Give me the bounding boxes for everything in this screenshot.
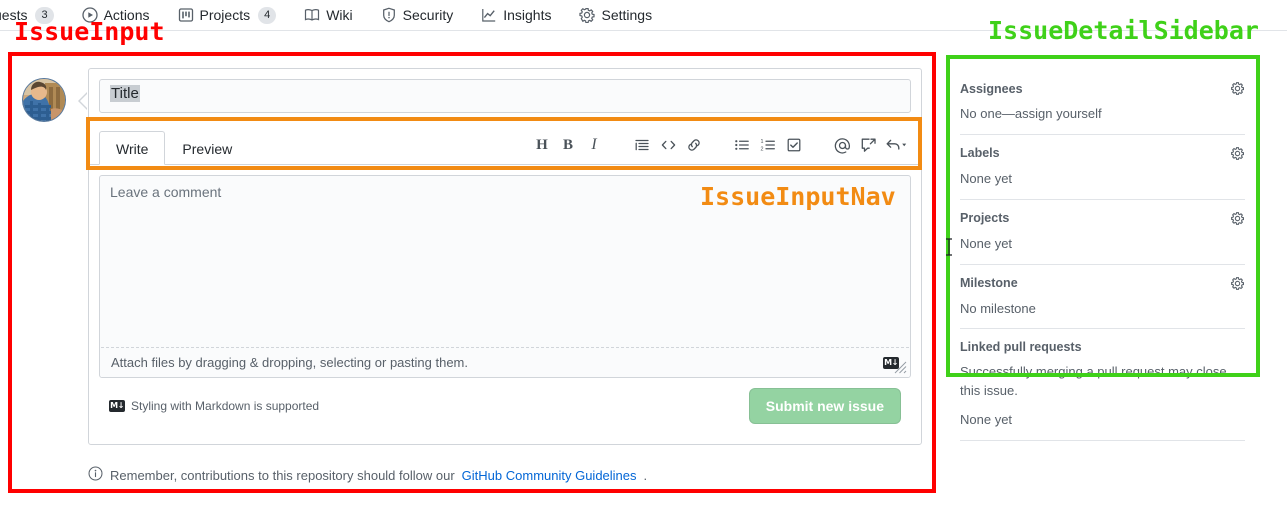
nav-item-wiki[interactable]: Wiki bbox=[290, 0, 366, 31]
gear-icon[interactable] bbox=[1230, 211, 1245, 226]
nav-label-projects: Projects bbox=[199, 7, 251, 23]
text-cursor-icon bbox=[946, 238, 952, 256]
assignees-title: Assignees bbox=[960, 81, 1023, 96]
sidebar-section-labels: Labels None yet bbox=[960, 135, 1245, 200]
markdown-support-note: M↓ Styling with Markdown is supported bbox=[109, 399, 319, 413]
sidebar-section-linked-pull-requests: Linked pull requests Successfully mergin… bbox=[960, 329, 1245, 441]
new-issue-card: Title Write Preview H B I 1 2 Leave a co… bbox=[88, 68, 922, 445]
issue-title-value: Title bbox=[110, 85, 140, 102]
community-guidelines-link[interactable]: GitHub Community Guidelines bbox=[462, 468, 637, 483]
info-icon bbox=[88, 466, 103, 484]
graph-icon bbox=[481, 7, 497, 23]
linked-pull-requests-value: None yet bbox=[960, 412, 1013, 428]
labels-title: Labels bbox=[960, 146, 1000, 161]
assignees-value[interactable]: No one—assign yourself bbox=[960, 105, 1245, 124]
milestone-title: Milestone bbox=[960, 276, 1018, 291]
comment-body: Attach files by dragging & dropping, sel… bbox=[89, 165, 921, 444]
submit-new-issue-button[interactable]: Submit new issue bbox=[748, 388, 901, 424]
title-row: Title bbox=[89, 69, 921, 113]
nav-label-pull-requests: uests bbox=[0, 7, 28, 23]
task-list-icon[interactable] bbox=[781, 132, 807, 158]
gear-icon[interactable] bbox=[1230, 146, 1245, 161]
community-note-prefix: Remember, contributions to this reposito… bbox=[110, 467, 455, 483]
code-icon[interactable] bbox=[655, 132, 681, 158]
gear-icon[interactable] bbox=[1230, 81, 1245, 96]
sidebar-section-projects: Projects None yet bbox=[960, 200, 1245, 265]
nav-count-projects: 4 bbox=[258, 6, 277, 24]
nav-item-insights[interactable]: Insights bbox=[467, 0, 565, 31]
project-board-icon bbox=[178, 7, 194, 23]
community-guidelines-note: Remember, contributions to this reposito… bbox=[88, 466, 647, 484]
projects-header[interactable]: Projects bbox=[960, 211, 1245, 226]
gear-icon bbox=[579, 7, 596, 23]
labels-value: None yet bbox=[960, 170, 1013, 186]
nav-item-settings[interactable]: Settings bbox=[565, 0, 666, 31]
linked-pull-requests-header[interactable]: Linked pull requests bbox=[960, 340, 1245, 354]
issue-detail-sidebar: Assignees No one—assign yourself Labels … bbox=[960, 70, 1245, 441]
comment-footer: M↓ Styling with Markdown is supported Su… bbox=[99, 378, 911, 434]
markdown-icon: M↓ bbox=[109, 400, 125, 412]
bold-icon[interactable]: B bbox=[555, 132, 581, 158]
community-note-suffix: . bbox=[643, 467, 648, 483]
nav-item-security[interactable]: Security bbox=[367, 0, 468, 31]
nav-label-security: Security bbox=[402, 7, 454, 23]
milestone-header[interactable]: Milestone bbox=[960, 276, 1245, 291]
nav-item-projects[interactable]: Projects 4 bbox=[164, 0, 291, 31]
linked-pull-requests-title: Linked pull requests bbox=[960, 340, 1082, 355]
cross-reference-icon[interactable] bbox=[855, 132, 881, 158]
play-circle-icon bbox=[81, 7, 98, 23]
svg-text:1: 1 bbox=[761, 139, 764, 145]
linked-pull-requests-description: Successfully merging a pull request may … bbox=[960, 364, 1227, 399]
file-attach-dropzone[interactable]: Attach files by dragging & dropping, sel… bbox=[101, 347, 909, 377]
dropzone-text: Attach files by dragging & dropping, sel… bbox=[111, 355, 468, 370]
svg-text:2: 2 bbox=[761, 147, 764, 153]
ordered-list-icon[interactable]: 12 bbox=[755, 132, 781, 158]
assignees-header[interactable]: Assignees bbox=[960, 81, 1245, 96]
markdown-support-text: Styling with Markdown is supported bbox=[131, 399, 320, 413]
tab-preview[interactable]: Preview bbox=[165, 131, 249, 165]
quote-icon[interactable] bbox=[629, 132, 655, 158]
italic-icon[interactable]: I bbox=[581, 132, 607, 158]
nav-count-pull-requests: 3 bbox=[35, 6, 54, 24]
milestone-value: No milestone bbox=[960, 300, 1036, 316]
comment-textarea[interactable] bbox=[100, 176, 910, 347]
sidebar-section-assignees: Assignees No one—assign yourself bbox=[960, 70, 1245, 135]
issue-title-input[interactable]: Title bbox=[99, 79, 911, 113]
shield-icon bbox=[381, 7, 397, 23]
gear-icon[interactable] bbox=[1230, 276, 1245, 291]
mention-icon[interactable] bbox=[829, 132, 855, 158]
nav-label-insights: Insights bbox=[503, 7, 552, 23]
heading-icon[interactable]: H bbox=[529, 132, 555, 158]
sidebar-section-milestone: Milestone No milestone bbox=[960, 265, 1245, 330]
tab-write[interactable]: Write bbox=[99, 131, 166, 165]
repository-nav: uests 3 Actions Projects 4 Wiki Security… bbox=[0, 0, 1287, 31]
unordered-list-icon[interactable] bbox=[729, 132, 755, 158]
markdown-toolbar: H B I 12 bbox=[529, 128, 911, 162]
projects-title: Projects bbox=[960, 211, 1010, 226]
comment-textarea-wrap: Attach files by dragging & dropping, sel… bbox=[99, 175, 911, 378]
book-icon bbox=[304, 7, 320, 23]
nav-label-actions: Actions bbox=[103, 7, 150, 23]
projects-value: None yet bbox=[960, 235, 1013, 251]
nav-item-pull-requests[interactable]: uests 3 bbox=[0, 0, 68, 31]
avatar bbox=[22, 78, 66, 122]
link-icon[interactable] bbox=[681, 132, 707, 158]
markdown-icon: M↓ bbox=[883, 356, 899, 369]
write-preview-toolbar: Write Preview H B I 1 2 bbox=[89, 125, 921, 165]
nav-item-actions[interactable]: Actions bbox=[68, 0, 164, 31]
labels-header[interactable]: Labels bbox=[960, 146, 1245, 161]
reply-icon[interactable] bbox=[881, 132, 911, 158]
nav-label-settings: Settings bbox=[601, 7, 653, 23]
nav-label-wiki: Wiki bbox=[326, 7, 353, 23]
